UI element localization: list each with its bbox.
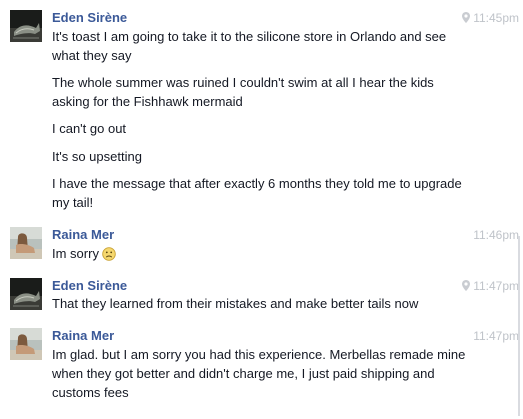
- timestamp-text: 11:46pm: [473, 228, 519, 242]
- timestamp-text: 11:47pm: [473, 279, 519, 293]
- frown-emoji-icon: [102, 247, 116, 261]
- avatar[interactable]: [10, 10, 42, 42]
- message-text: It's toast I am going to take it to the …: [52, 29, 447, 63]
- message-text: That they learned from their mistakes an…: [52, 296, 419, 311]
- timestamp-text: 11:45pm: [473, 11, 519, 25]
- message-text-content: Im sorry: [52, 246, 99, 261]
- message-text: Im sorry: [52, 244, 472, 266]
- message-timestamp: 11:45pm: [462, 10, 519, 26]
- scrollbar[interactable]: [518, 236, 520, 416]
- avatar[interactable]: [10, 227, 42, 259]
- message-thread: Eden Sirène 11:45pm It's toast I am goin…: [0, 0, 523, 419]
- mermaid-tail-photo: [10, 278, 42, 310]
- message-text: Im glad. but I am sorry you had this exp…: [52, 347, 466, 400]
- sender-name[interactable]: Raina Mer: [52, 328, 114, 344]
- timestamp-text: 11:47pm: [473, 329, 519, 343]
- sender-name[interactable]: Eden Sirène: [52, 10, 127, 26]
- message-text: The whole summer was ruined I couldn't s…: [52, 75, 434, 109]
- location-pin-icon: [462, 280, 471, 291]
- message-text: It's so upsetting: [52, 149, 142, 164]
- message-timestamp: 11:47pm: [473, 328, 519, 344]
- sender-name[interactable]: Eden Sirène: [52, 278, 127, 294]
- avatar[interactable]: [10, 328, 42, 360]
- person-on-beach-photo: [10, 328, 42, 360]
- person-on-beach-photo: [10, 227, 42, 259]
- mermaid-tail-photo: [10, 10, 42, 42]
- sender-name[interactable]: Raina Mer: [52, 227, 114, 243]
- message-text: I can't go out: [52, 121, 127, 136]
- avatar[interactable]: [10, 278, 42, 310]
- message-timestamp: 11:46pm: [473, 227, 519, 243]
- message-timestamp: 11:47pm: [462, 278, 519, 294]
- location-pin-icon: [462, 12, 471, 23]
- message-text: I have the message that after exactly 6 …: [52, 176, 462, 210]
- frown-emoji: [102, 247, 116, 266]
